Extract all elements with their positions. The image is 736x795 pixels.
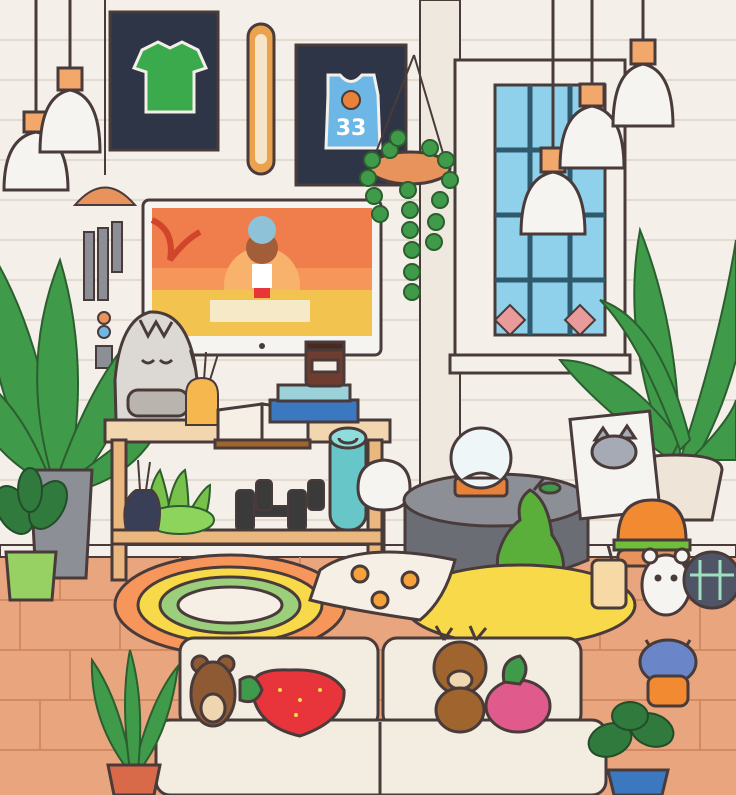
bear-plush [189,654,237,728]
jersey-number: 33 [336,116,367,141]
snow-globe [449,426,513,498]
football-ball [682,550,736,610]
room-scene: 33 [0,0,736,795]
framed-green-jersey [108,10,220,152]
blue-monster-toy [638,638,698,708]
wall-mirror [246,22,276,176]
